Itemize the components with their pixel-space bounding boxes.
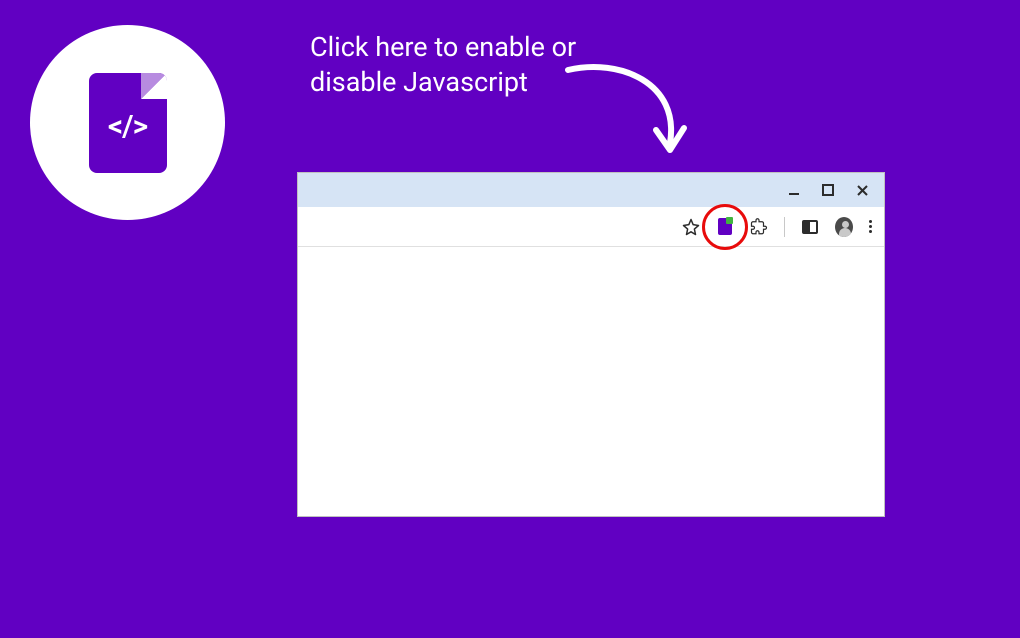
browser-window [297,172,885,517]
browser-content-area [298,247,884,516]
window-maximize-button[interactable] [820,182,836,198]
logo-circle: </> [30,25,225,220]
toolbar-divider [784,217,785,237]
kebab-menu-icon[interactable] [869,220,872,233]
browser-toolbar [298,207,884,247]
logo-file-icon: </> [89,73,167,173]
instruction-text: Click here to enable or disable Javascri… [310,30,590,100]
profile-avatar-icon[interactable] [835,218,853,236]
window-titlebar [298,173,884,207]
logo-code-glyph: </> [108,109,147,144]
window-close-button[interactable] [854,182,870,198]
window-minimize-button[interactable] [786,182,802,198]
js-toggle-extension-button[interactable] [716,218,734,236]
extensions-puzzle-icon[interactable] [750,218,768,236]
js-toggle-extension-icon [718,218,732,235]
side-panel-icon[interactable] [801,218,819,236]
bookmark-star-icon[interactable] [682,218,700,236]
